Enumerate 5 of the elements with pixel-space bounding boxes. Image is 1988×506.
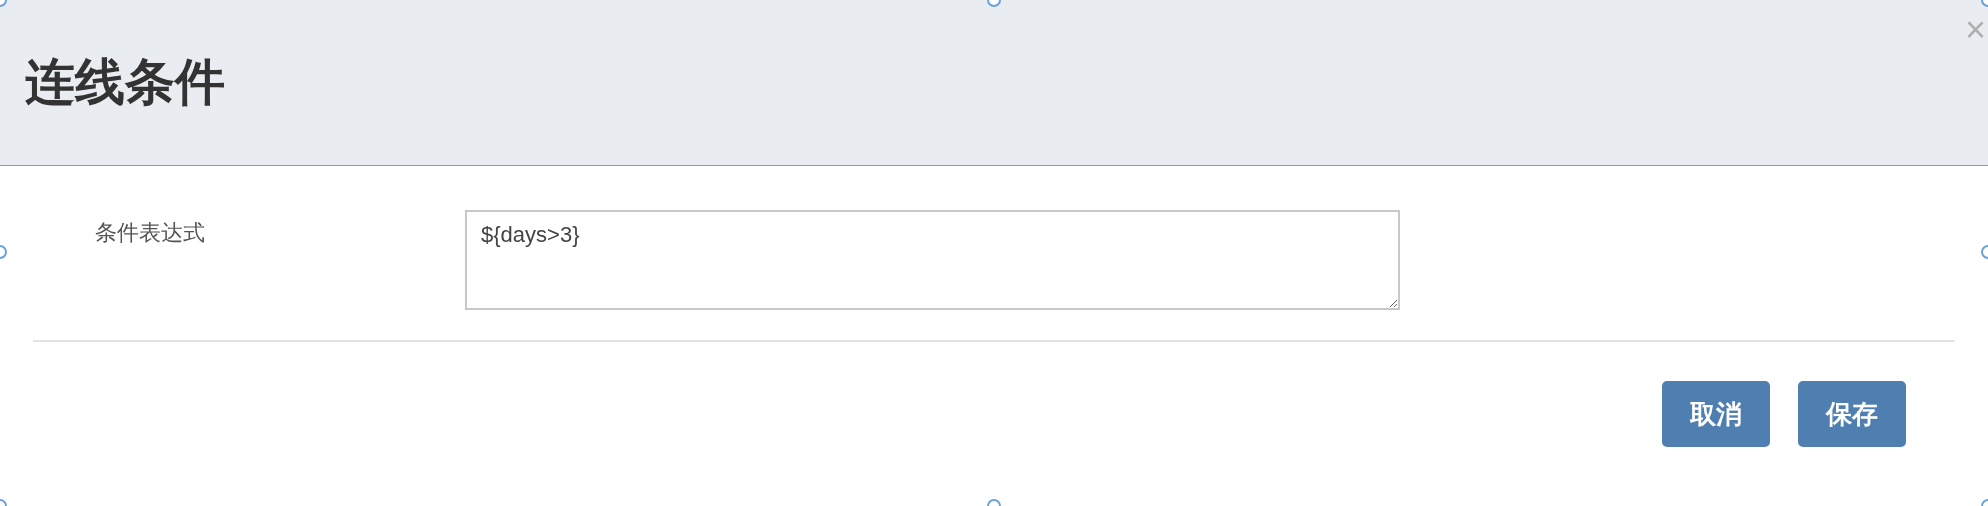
dialog-title: 连线条件 (25, 52, 225, 113)
expression-field[interactable]: ${days>3} (465, 210, 1400, 310)
dialog-button[interactable]: 取消 (1662, 381, 1770, 447)
dialog-button[interactable]: 保存 (1798, 381, 1906, 447)
field-label: 条件表达式 (94, 219, 206, 247)
